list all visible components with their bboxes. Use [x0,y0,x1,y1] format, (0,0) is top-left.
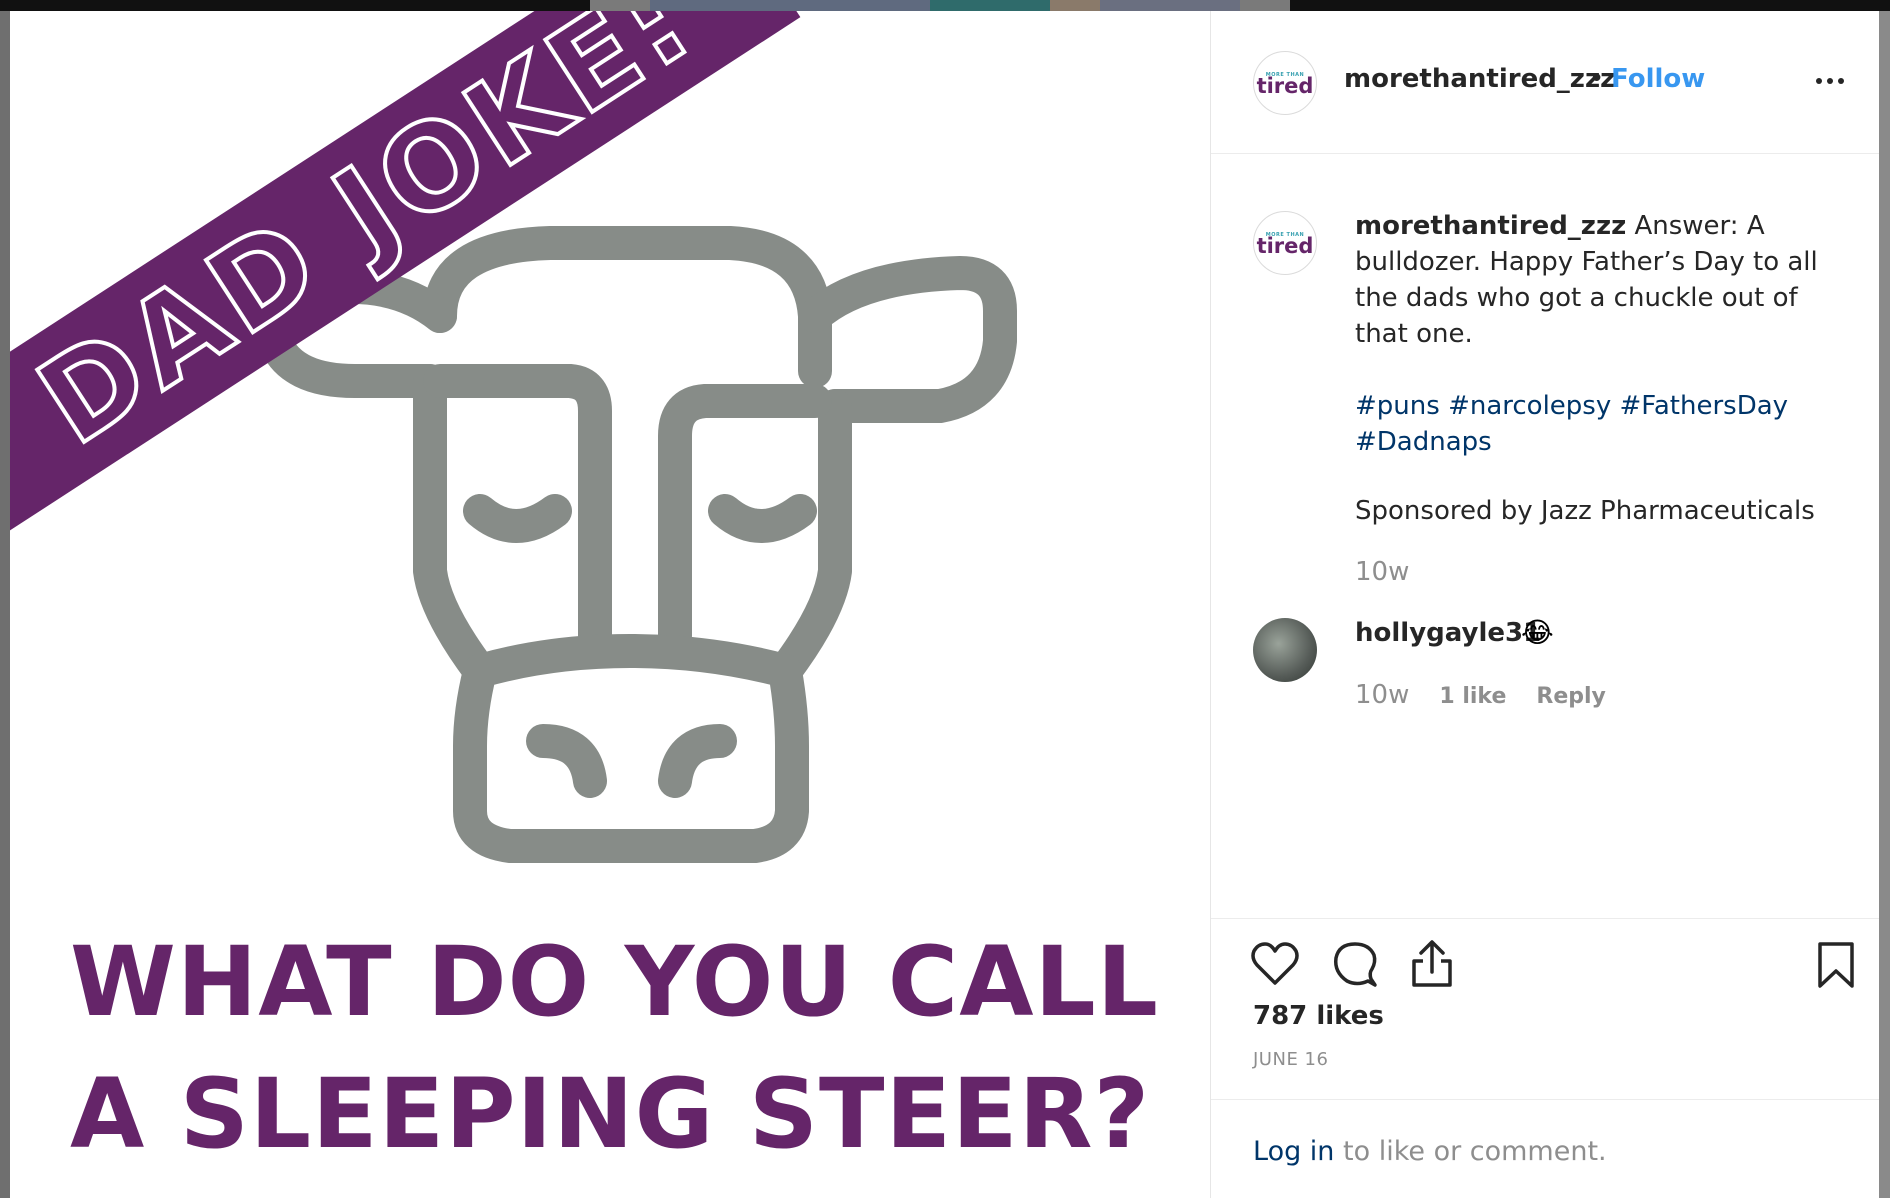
comments-section: MORE THAN tired morethantired_zzz Answer… [1211,153,1879,918]
hashtag-list: #puns #narcolepsy #FathersDay #Dadnaps [1355,388,1825,460]
brand-logo: MORE THAN tired [1257,232,1314,257]
caption-username[interactable]: morethantired_zzz [1355,211,1626,241]
post-sidebar: MORE THAN tired morethantired_zzz • Foll… [1211,11,1879,1198]
share-icon[interactable] [1409,939,1455,989]
comment-meta: 10w 1 like Reply [1355,680,1606,710]
comment-emoji: 😂 [1521,616,1554,649]
hashtag-link[interactable]: #narcolepsy [1448,391,1611,421]
caption-text: morethantired_zzz Answer: A bulldozer. H… [1355,208,1825,352]
post-modal: DAD JOKE: WHAT DO YOU CALL A SLEEPING ST… [10,11,1879,1198]
follow-button[interactable]: Follow [1611,64,1705,94]
browser-top-strip [0,0,1890,11]
heart-icon[interactable] [1251,941,1299,987]
login-text: Log in to like or comment. [1253,1136,1607,1167]
sponsor-text: Sponsored by Jazz Pharmaceuticals [1355,496,1815,526]
cow-illustration [256,226,1017,863]
login-link[interactable]: Log in [1253,1136,1334,1167]
post-header: MORE THAN tired morethantired_zzz • Foll… [1211,11,1879,154]
bookmark-icon[interactable] [1816,941,1856,989]
logo-text: tired [1256,74,1314,98]
login-suffix: to like or comment. [1334,1136,1607,1167]
brand-logo: MORE THAN tired [1257,72,1314,97]
reply-button[interactable]: Reply [1536,684,1606,709]
login-prompt: Log in to like or comment. [1211,1099,1879,1198]
comment-username[interactable]: hollygayle31 [1355,618,1541,648]
comment-timestamp[interactable]: 10w [1355,680,1409,710]
window-left-edge [0,11,10,1198]
hashtag-link[interactable]: #Dadnaps [1355,427,1492,457]
logo-text: tired [1256,234,1314,258]
joke-question: WHAT DO YOU CALL A SLEEPING STEER? [70,916,1190,1180]
caption-avatar[interactable]: MORE THAN tired [1253,211,1317,275]
profile-avatar[interactable]: MORE THAN tired [1253,51,1317,115]
hashtag-link[interactable]: #FathersDay [1620,391,1789,421]
likes-count[interactable]: 787 likes [1253,1001,1384,1031]
caption-timestamp[interactable]: 10w [1355,557,1409,587]
action-bar: 787 likes JUNE 16 [1211,918,1879,1079]
commenter-avatar[interactable] [1253,618,1317,682]
post-image: DAD JOKE: WHAT DO YOU CALL A SLEEPING ST… [10,11,1210,1198]
question-line-2: A SLEEPING STEER? [70,1058,1151,1170]
question-line-1: WHAT DO YOU CALL [70,926,1159,1038]
comment-likes[interactable]: 1 like [1439,684,1506,709]
window-right-edge [1879,11,1890,1198]
separator-dot: • [1589,64,1605,94]
comment-icon[interactable] [1331,941,1379,989]
header-username[interactable]: morethantired_zzz [1344,64,1615,94]
post-date[interactable]: JUNE 16 [1253,1049,1328,1070]
hashtag-link[interactable]: #puns [1355,391,1440,421]
more-options-icon[interactable] [1816,71,1856,91]
